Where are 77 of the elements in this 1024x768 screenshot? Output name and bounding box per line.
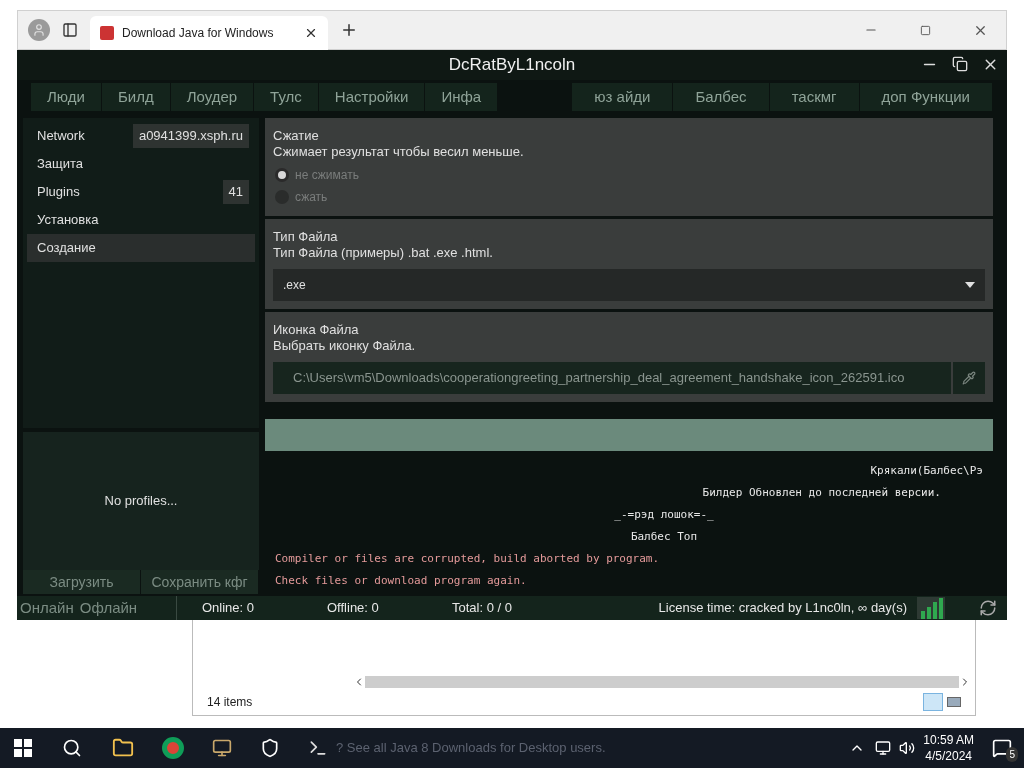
- radio-button[interactable]: [275, 168, 289, 182]
- window-title: DcRatByL1ncoln: [448, 54, 576, 77]
- signal-bars-icon: [917, 597, 945, 619]
- menu-tab[interactable]: Настройки: [318, 83, 426, 111]
- file-path-field[interactable]: C:\Users\vm5\Downloads\cooperationgreeting_partnership_deal_agreement_handshake_icon_262591.ico: [273, 362, 951, 394]
- browse-button[interactable]: [953, 362, 985, 394]
- refresh-icon[interactable]: [979, 599, 997, 617]
- log-line: _-=рэд лошок=-_: [613, 507, 714, 523]
- eyedropper-icon: [962, 371, 976, 385]
- sidebar-item[interactable]: Создание: [27, 234, 255, 262]
- restore-icon[interactable]: [952, 56, 968, 72]
- maximize-icon[interactable]: [920, 24, 931, 36]
- notification-count: 5: [1006, 747, 1018, 762]
- online-count: Online: 0: [202, 599, 256, 618]
- menu-tab[interactable]: Лоудер: [170, 83, 255, 111]
- menu-tab[interactable]: Люди: [31, 83, 102, 111]
- menu-tab[interactable]: Инфа: [425, 83, 499, 111]
- sidebar-item-value: a0941399.xsph.ru: [132, 124, 249, 148]
- sidebar-item-label: Защита: [37, 155, 84, 174]
- thumbnail-view-icon[interactable]: [947, 697, 961, 707]
- empty-message: No profiles...: [104, 492, 178, 511]
- network-icon[interactable]: [875, 740, 892, 756]
- offline-count: Offline: 0: [327, 599, 380, 618]
- sidebar-item-label: Network: [37, 127, 85, 146]
- license-text: License time: cracked by L1nc0ln, ∞ day(s): [658, 599, 907, 618]
- caret-icon: [965, 282, 975, 288]
- menu-tab[interactable]: доп Функции: [859, 83, 993, 111]
- log-line: Compiler or files are corrupted, build aborted by program.: [274, 551, 660, 567]
- sidebar-item-label: Установка: [37, 211, 99, 230]
- shield-icon[interactable]: [260, 738, 280, 758]
- folder-icon[interactable]: [112, 737, 134, 759]
- monitor-icon[interactable]: [212, 738, 232, 758]
- menu-tab[interactable]: юз айди: [572, 83, 674, 111]
- menu-tab[interactable]: Тулс: [254, 83, 319, 111]
- radio-label: не сжимать: [295, 167, 359, 184]
- status-tab[interactable]: Офлайн: [79, 596, 138, 620]
- item-count: 14 items: [207, 694, 253, 711]
- background-page-text: ? See all Java 8 Downloads for Desktop users.: [336, 739, 606, 758]
- section-description: Сжимает результат чтобы весил меньше.: [273, 144, 525, 160]
- menu-tab[interactable]: Балбес: [673, 83, 770, 111]
- close-icon[interactable]: [304, 26, 318, 40]
- section-title: Иконка Файла: [273, 322, 360, 338]
- sidebar-item[interactable]: Установка: [27, 206, 255, 234]
- log-line: Check files or download program again.: [274, 573, 527, 589]
- browser-tab[interactable]: Download Java for Windows: [90, 16, 328, 50]
- sidebar-item[interactable]: Защита: [27, 150, 255, 178]
- sidebar-item[interactable]: Plugins 41: [27, 178, 255, 206]
- total-count: Total: 0 / 0: [452, 599, 512, 618]
- terminal-icon[interactable]: [308, 738, 328, 758]
- menu-tab[interactable]: Билд: [101, 83, 171, 111]
- log-line: Балбес Топ: [629, 529, 698, 545]
- log-line: Билдер Обновлен до последней версии.: [702, 485, 942, 501]
- sidebar-item[interactable]: Network a0941399.xsph.ru: [27, 122, 255, 150]
- status-tab[interactable]: Онлайн: [20, 596, 74, 620]
- clock-date: 4/5/2024: [925, 748, 972, 764]
- new-tab-icon[interactable]: [340, 21, 358, 39]
- log-line: Крякали(Балбес\Рэ: [870, 463, 984, 479]
- windows-logo-icon[interactable]: [14, 739, 32, 757]
- browser-icon[interactable]: [162, 737, 184, 759]
- clock-time: 10:59 AM: [923, 732, 974, 748]
- section-title: Сжатие: [273, 128, 320, 144]
- search-icon[interactable]: [62, 738, 82, 758]
- sidebar-icon[interactable]: [62, 22, 78, 38]
- section-description: Выбрать иконку Файла.: [273, 338, 417, 354]
- profile-button[interactable]: Загрузить: [23, 570, 141, 594]
- notification-icon[interactable]: [992, 738, 1012, 758]
- horizontal-scrollbar[interactable]: [365, 676, 959, 688]
- section-description: Тип Файла (примеры) .bat .exe .html.: [273, 245, 494, 261]
- sidebar-item-label: Создание: [37, 239, 96, 258]
- file-type-dropdown[interactable]: .exe: [273, 269, 985, 301]
- radio-label: сжать: [295, 189, 328, 206]
- profile-button[interactable]: Сохранить кфг: [141, 570, 259, 594]
- section-title: Тип Файла: [273, 229, 339, 245]
- sidebar-item-label: Plugins: [37, 183, 80, 202]
- speaker-icon[interactable]: [899, 740, 916, 756]
- sidebar-item-value: 41: [222, 180, 249, 204]
- menu-tab[interactable]: таскмг: [769, 83, 860, 111]
